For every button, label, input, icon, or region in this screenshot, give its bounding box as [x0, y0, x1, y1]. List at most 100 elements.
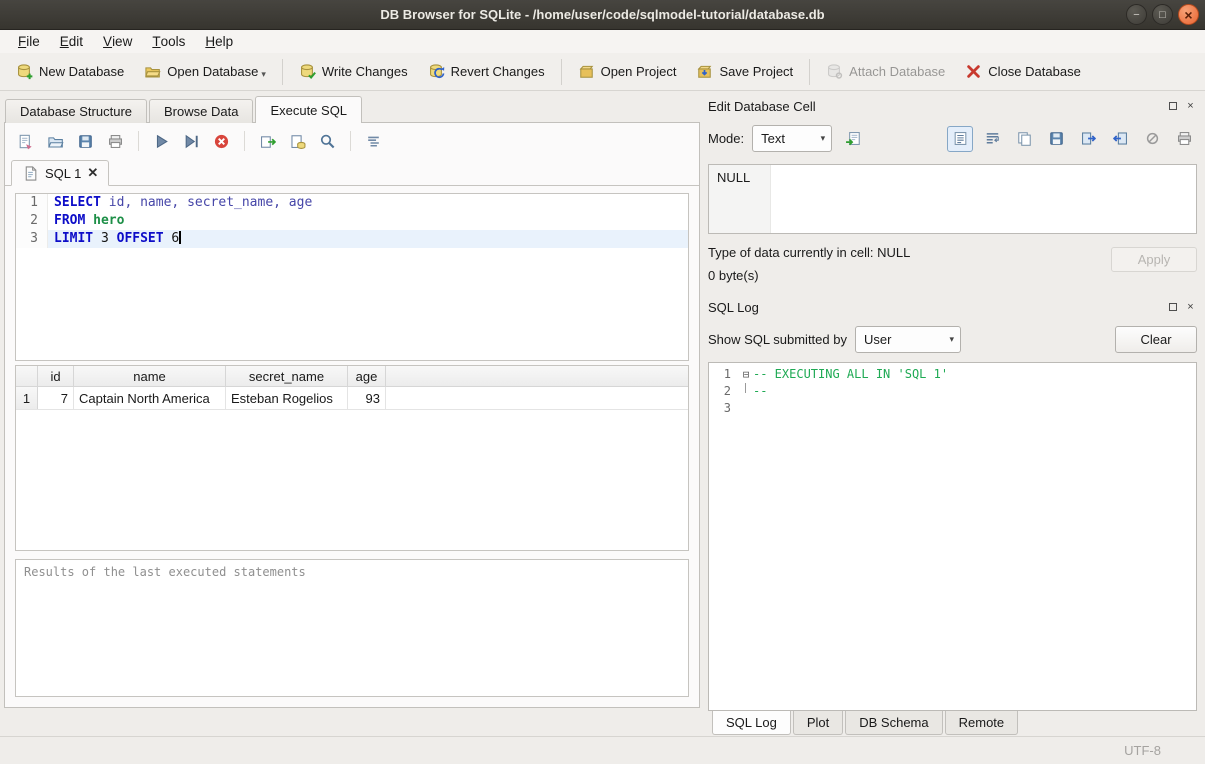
column-header-age[interactable]: age: [348, 366, 386, 386]
tab-sql-log[interactable]: SQL Log: [712, 711, 791, 735]
save-cell-button[interactable]: [1043, 126, 1069, 152]
dropdown-caret-icon[interactable]: ▾: [261, 63, 266, 80]
apply-button[interactable]: Apply: [1111, 247, 1197, 272]
log-filter-select[interactable]: User ▾: [855, 326, 961, 353]
tab-database-structure[interactable]: Database Structure: [5, 99, 147, 123]
code-text: FROM hero: [48, 212, 688, 230]
open-project-icon: [578, 63, 595, 80]
word-wrap-button[interactable]: [979, 126, 1005, 152]
tab-db-schema[interactable]: DB Schema: [845, 711, 942, 735]
cell[interactable]: Captain North America: [74, 387, 226, 409]
tab-new-button[interactable]: [13, 129, 38, 154]
attach-database-icon: [826, 63, 843, 80]
print-cell-button[interactable]: [1171, 126, 1197, 152]
cell[interactable]: 93: [348, 387, 386, 409]
toolbar-close-database-button[interactable]: Close Database: [955, 56, 1091, 88]
titlebar[interactable]: DB Browser for SQLite - /home/user/code/…: [0, 0, 1205, 30]
cell-editor[interactable]: NULL: [708, 164, 1197, 234]
tab-browse-data[interactable]: Browse Data: [149, 99, 253, 123]
toolbar-new-database-button[interactable]: New Database: [6, 56, 134, 88]
cell-toolbar-right: [947, 126, 1197, 152]
table-row[interactable]: 17Captain North AmericaEsteban Rogelios9…: [16, 387, 688, 410]
set-null-button[interactable]: [1139, 126, 1165, 152]
save-view-button[interactable]: [285, 129, 310, 154]
column-header-id[interactable]: id: [38, 366, 74, 386]
export-results-icon: [259, 133, 276, 150]
column-header-secret-name[interactable]: secret_name: [226, 366, 348, 386]
window-minimize-button[interactable]: −: [1126, 4, 1147, 25]
import-cell-button[interactable]: [1107, 126, 1133, 152]
find-replace-button[interactable]: [315, 129, 340, 154]
import-text-button[interactable]: [840, 126, 866, 152]
editor-line[interactable]: 3LIMIT 3 OFFSET 6: [16, 230, 688, 248]
window-title: DB Browser for SQLite - /home/user/code/…: [0, 7, 1205, 22]
fold-guide: [739, 383, 753, 400]
menu-item-edit[interactable]: Edit: [50, 30, 93, 53]
status-bar: UTF-8: [0, 736, 1205, 764]
column-header-name[interactable]: name: [74, 366, 226, 386]
collapse-icon[interactable]: ⊟: [739, 366, 753, 383]
export-results-button[interactable]: [255, 129, 280, 154]
cell-info-lines: Type of data currently in cell: NULL 0 b…: [708, 245, 1111, 283]
line-number: 1: [16, 194, 48, 212]
tab-execute-sql[interactable]: Execute SQL: [255, 96, 362, 123]
edit-cell-header: Edit Database Cell ×: [708, 96, 1197, 116]
code-token: SELECT: [54, 195, 101, 210]
copy-button[interactable]: [1011, 126, 1037, 152]
print-button[interactable]: [103, 129, 128, 154]
import-text-icon: [845, 130, 862, 147]
close-panel-icon[interactable]: ×: [1184, 100, 1197, 113]
export-cell-icon: [1080, 130, 1097, 147]
save-sql-file-button[interactable]: [73, 129, 98, 154]
copy-icon: [1016, 130, 1033, 147]
editor-line[interactable]: 1SELECT id, name, secret_name, age: [16, 194, 688, 212]
execute-current-line-button[interactable]: [179, 129, 204, 154]
mode-select[interactable]: Text ▾: [752, 125, 832, 152]
sql-editor[interactable]: 1SELECT id, name, secret_name, age2FROM …: [15, 193, 689, 361]
editor-line[interactable]: 2FROM hero: [16, 212, 688, 230]
open-sql-file-button[interactable]: [43, 129, 68, 154]
toolbar-attach-database-button[interactable]: Attach Database: [816, 56, 955, 88]
clear-log-button[interactable]: Clear: [1115, 326, 1197, 353]
results-header-row: idnamesecret_nameage: [16, 366, 688, 387]
menu-item-tools[interactable]: Tools: [142, 30, 195, 53]
corner-cell: [16, 366, 38, 386]
menu-item-view[interactable]: View: [93, 30, 142, 53]
toolbar-open-database-button[interactable]: Open Database▾: [134, 56, 276, 88]
menu-item-file[interactable]: File: [8, 30, 50, 53]
cell[interactable]: Esteban Rogelios: [226, 387, 348, 409]
new-database-icon: [16, 63, 33, 80]
window-maximize-button[interactable]: □: [1152, 4, 1173, 25]
window-close-button[interactable]: ×: [1178, 4, 1199, 25]
tab-new-icon: [17, 133, 34, 150]
toolbar-separator: [244, 131, 245, 151]
execute-all-button[interactable]: [149, 129, 174, 154]
menu-item-help[interactable]: Help: [195, 30, 243, 53]
save-cell-icon: [1048, 130, 1065, 147]
open-database-icon: [144, 63, 161, 80]
mode-value: Text: [761, 131, 785, 146]
cell-size-text: 0 byte(s): [708, 268, 1111, 283]
float-panel-icon[interactable]: [1166, 100, 1179, 113]
tab-sql-1[interactable]: SQL 1 ✕: [11, 160, 109, 186]
toolbar-button-label: Revert Changes: [451, 64, 545, 79]
stop-button[interactable]: [209, 129, 234, 154]
float-panel-icon[interactable]: [1166, 301, 1179, 314]
main-toolbar: New DatabaseOpen Database▾ Write Changes R…: [0, 53, 1205, 91]
log-editor[interactable]: 1⊟-- EXECUTING ALL IN 'SQL 1'2--3: [708, 362, 1197, 711]
left-area: Database StructureBrowse DataExecute SQL…: [0, 91, 704, 736]
toolbar-write-changes-button[interactable]: Write Changes: [289, 56, 418, 88]
close-panel-icon[interactable]: ×: [1184, 301, 1197, 314]
tab-plot[interactable]: Plot: [793, 711, 843, 735]
bottom-tab-bar: SQL LogPlotDB SchemaRemote: [708, 711, 1197, 736]
cell[interactable]: 7: [38, 387, 74, 409]
close-tab-icon[interactable]: ✕: [87, 165, 98, 181]
code-token: 3: [93, 231, 116, 246]
toolbar-revert-changes-button[interactable]: Revert Changes: [418, 56, 555, 88]
export-cell-button[interactable]: [1075, 126, 1101, 152]
toolbar-save-project-button[interactable]: Save Project: [686, 56, 803, 88]
tab-remote[interactable]: Remote: [945, 711, 1019, 735]
toolbar-open-project-button[interactable]: Open Project: [568, 56, 687, 88]
format-sql-button[interactable]: [361, 129, 386, 154]
text-mode-button[interactable]: [947, 126, 973, 152]
